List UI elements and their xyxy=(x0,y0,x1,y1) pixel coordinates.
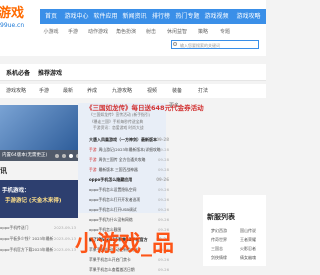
subnav-item[interactable]: 动作游戏 xyxy=(84,26,112,38)
server-item[interactable]: 三国志 xyxy=(211,246,237,252)
nav-item[interactable]: 首页 xyxy=(40,9,62,24)
news-row[interactable]: oppo手机怎么隐藏应用 09-26 xyxy=(89,175,169,185)
subnav-item[interactable]: 手游 xyxy=(62,26,84,38)
carousel-caption[interactable]: 内置64版本(无需更正) xyxy=(2,152,47,158)
news-date: 09-28 xyxy=(156,137,169,142)
game-card-title: 手机游戏： xyxy=(2,188,30,194)
subnav-item[interactable]: 小游戏 xyxy=(40,26,62,38)
tab-mobile-essentials[interactable]: 系机必备 xyxy=(6,68,30,77)
list-item[interactable]: oppo手机传送门 2023-09-13 xyxy=(0,222,78,233)
carousel-dot-active[interactable] xyxy=(69,154,73,158)
news-title[interactable]: oppo手机为什么没有网络 xyxy=(89,217,133,222)
news-row[interactable]: 大唐入凤凰游戏（一方神剑）最新版本 09-28 xyxy=(89,135,169,145)
subnav-item[interactable]: 专题 xyxy=(214,26,236,38)
list-item-date: 2023-09-13 xyxy=(53,236,76,241)
list-item[interactable]: oppo手机官方下载2023年最新 2023-09-13 xyxy=(0,244,78,255)
news-title[interactable]: oppo手机怎么设置隐私空间 xyxy=(89,187,136,192)
news-date: 09-26 xyxy=(156,177,169,182)
news-row[interactable]: oppo手机怎么打开开发者选项 09-26 xyxy=(89,195,169,205)
news-row[interactable]: 手游 周仿三国传 全方位通关攻略 09-28 xyxy=(89,155,169,165)
search-input[interactable]: 输入您要搜索的关键词 xyxy=(171,40,259,49)
carousel-dots xyxy=(55,154,80,158)
news-row[interactable]: 手游 周山游记(2023年最新版本)详细攻略 09-28 xyxy=(89,145,169,155)
news-date: 09-26 xyxy=(157,197,169,202)
news-tag[interactable]: 手游 xyxy=(89,147,97,152)
list-item-title[interactable]: oppo手机官方下载2023年最新 xyxy=(0,247,53,252)
site-logo[interactable]: 游戏 xyxy=(0,2,24,21)
nav-item[interactable]: 游戏攻略 xyxy=(231,9,266,24)
server-item[interactable]: 传奇世界 xyxy=(211,237,237,243)
news-row[interactable]: oppo手机为什么没有网络 09-26 xyxy=(89,215,169,225)
nav-item[interactable]: 游戏中心 xyxy=(62,9,91,24)
news-row[interactable]: oppo手机怎么设置隐私空间 09-26 xyxy=(89,185,169,195)
nav-item[interactable]: 游戏视频 xyxy=(202,9,231,24)
news-title[interactable]: 大唐入凤凰游戏（一方神剑）最新版本 xyxy=(89,137,157,142)
carousel-dot[interactable] xyxy=(62,154,66,158)
sub-nav: 小游戏 手游 动作游戏 角色扮演 射击 休闲益智 策略 专题 xyxy=(40,26,266,38)
left-news-list: oppo手机传送门 2023-09-13 oppo平板多少钱？2023年最新 2023… xyxy=(0,222,78,255)
category-tab[interactable]: 游戏攻略 xyxy=(0,84,32,98)
category-tab[interactable]: 养成 xyxy=(80,84,104,98)
news-date: 09-28 xyxy=(157,147,169,152)
section-title-news: 讯 xyxy=(0,167,7,175)
news-title[interactable]: 周山游记(2023年最新版本)详细攻略 xyxy=(99,147,161,152)
nav-item[interactable]: 新闻资讯 xyxy=(120,9,149,24)
list-item-date: 2023-09-13 xyxy=(53,225,76,230)
list-item[interactable]: oppo平板多少钱？2023年最新 2023-09-13 xyxy=(0,233,78,244)
game-card-subtitle: 手游游记 (天金木来得) xyxy=(5,198,62,204)
news-title[interactable]: oppo手机怎么打开USB调试 xyxy=(89,207,137,212)
news-date: 09-26 xyxy=(157,187,169,192)
news-date: 09-26 xyxy=(157,217,169,222)
news-tag[interactable]: 手游 xyxy=(89,167,97,172)
carousel-image[interactable] xyxy=(0,105,78,150)
category-tab[interactable]: 打法 xyxy=(190,84,216,98)
subnav-item[interactable]: 策略 xyxy=(192,26,214,38)
server-item[interactable]: 王者荣耀 xyxy=(240,237,266,243)
subnav-item[interactable]: 角色扮演 xyxy=(112,26,140,38)
news-title[interactable]: 最新版本 三国百战神器 xyxy=(99,167,138,172)
banner-headline[interactable]: 《三国如龙传》每日送648元代金券活动 xyxy=(86,102,204,112)
news-date: 09-26 xyxy=(157,207,169,212)
carousel-dot[interactable] xyxy=(55,154,59,158)
subnav-item[interactable]: 射击 xyxy=(140,26,162,38)
main-nav: 首页 游戏中心 软件应用 新闻资讯 排行榜 热门专题 游戏视频 游戏攻略 xyxy=(40,9,266,24)
nav-item[interactable]: 软件应用 xyxy=(91,9,120,24)
watermark-logo: 小游戏_品 xyxy=(75,232,175,257)
category-tab[interactable]: 手游 xyxy=(32,84,56,98)
news-date: 09-28 xyxy=(157,157,169,162)
news-row[interactable]: 苹果手机怎么查看激活日期 09-26 xyxy=(89,265,169,275)
nav-item[interactable]: 热门专题 xyxy=(173,9,202,24)
subnav-item[interactable]: 休闲益智 xyxy=(162,26,192,38)
category-tab[interactable]: 装备 xyxy=(164,84,190,98)
category-bar: 游戏攻略 手游 最新 养成 九游攻略 视频 装备 打法 xyxy=(0,84,266,98)
site-url: 99ue.cn xyxy=(0,22,25,29)
list-item-date: 2023-09-13 xyxy=(53,247,76,252)
banner-subline[interactable]: 手游资讯：恋爱游戏 时尚大战 xyxy=(93,125,144,131)
news-date: 09-26 xyxy=(157,267,169,272)
nav-item[interactable]: 排行榜 xyxy=(149,9,173,24)
news-title[interactable]: oppo手机怎么打开开发者选项 xyxy=(89,197,140,202)
news-title[interactable]: 苹果手机怎么查看激活日期 xyxy=(89,267,135,272)
server-item[interactable]: 倩女幽魂 xyxy=(240,255,266,261)
server-item[interactable]: 梦幻西游 xyxy=(211,228,237,234)
server-list-grid: 梦幻西游 国山传说 传奇世界 王者荣耀 三国志 火影忍者 剑侠情缘 倩女幽魂 xyxy=(211,228,266,261)
news-date: 09-28 xyxy=(157,167,169,172)
tab-recommended-games[interactable]: 推荐游戏 xyxy=(38,68,62,77)
category-tab[interactable]: 九游攻略 xyxy=(104,84,140,98)
server-item[interactable]: 国山传说 xyxy=(240,228,266,234)
list-item-title[interactable]: oppo平板多少钱？2023年最新 xyxy=(0,236,53,241)
server-item[interactable]: 火影忍者 xyxy=(240,246,266,252)
news-title[interactable]: oppo手机怎么隐藏应用 xyxy=(89,177,132,182)
news-tag[interactable]: 手游 xyxy=(89,157,97,162)
server-list-title: 新服列表 xyxy=(207,213,235,221)
banner-subline[interactable]: 《三国如龙传》宣传活动 (新手指引) xyxy=(89,112,150,118)
news-title[interactable]: 周仿三国传 全方位通关攻略 xyxy=(99,157,146,162)
list-item-title[interactable]: oppo手机传送门 xyxy=(0,225,28,230)
search-icon[interactable] xyxy=(173,42,177,46)
category-tab[interactable]: 最新 xyxy=(56,84,80,98)
news-row[interactable]: 手游 最新版本 三国百战神器 09-28 xyxy=(89,165,169,175)
category-tab[interactable]: 视频 xyxy=(140,84,164,98)
server-item[interactable]: 剑侠情缘 xyxy=(211,255,237,261)
news-row[interactable]: oppo手机怎么打开USB调试 09-26 xyxy=(89,205,169,215)
